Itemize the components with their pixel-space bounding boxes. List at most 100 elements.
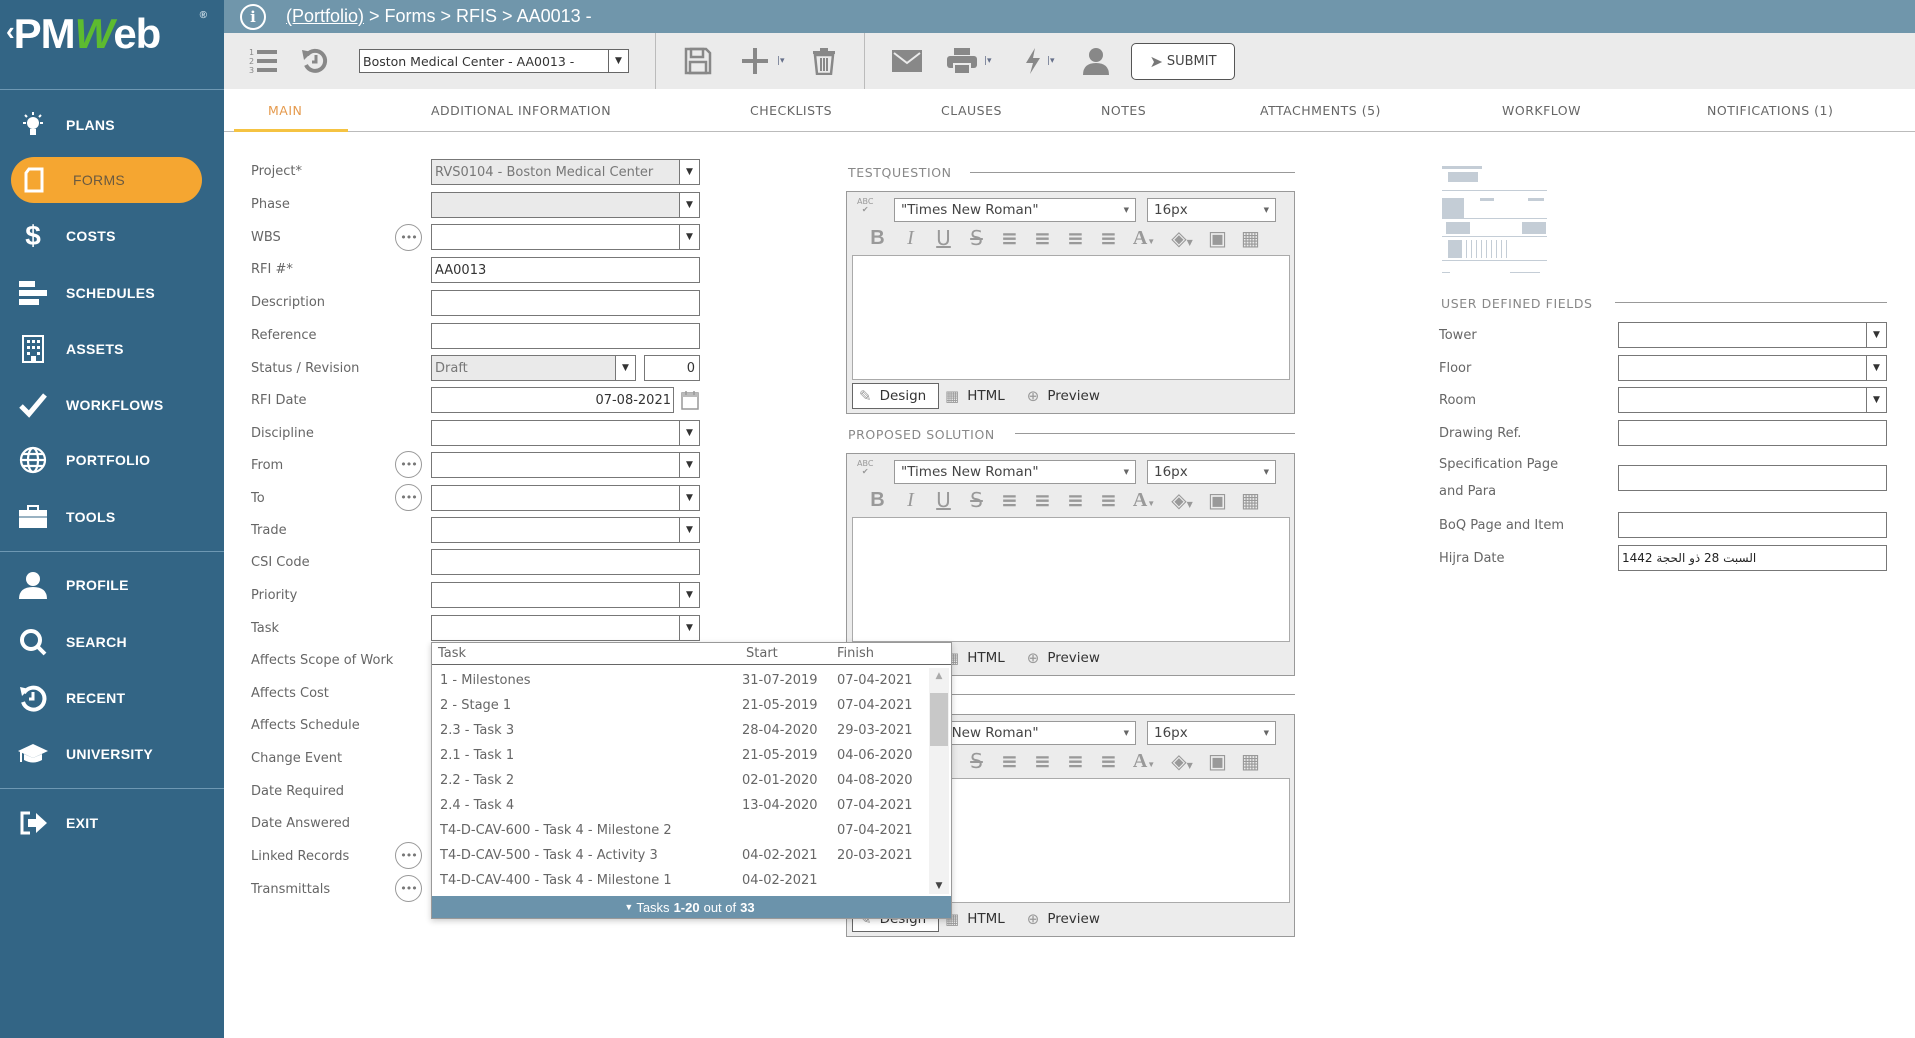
room-select[interactable]: ▼	[1618, 387, 1887, 413]
pmweb-logo[interactable]: ‹PMWeb ®	[6, 10, 216, 80]
record-select[interactable]: Boston Medical Center - AA0013 - ▼	[359, 49, 629, 73]
sidebar-item-workflows[interactable]: WORKFLOWS	[0, 382, 224, 428]
sidebar-item-schedules[interactable]: SCHEDULES	[0, 270, 224, 316]
align-center-icon[interactable]: ≡	[1026, 488, 1059, 512]
align-left-icon[interactable]: ≡	[993, 488, 1026, 512]
status-select[interactable]: Draft ▼	[431, 355, 636, 381]
wbs-lookup-button[interactable]: •••	[395, 224, 422, 251]
align-right-icon[interactable]: ≡	[1059, 488, 1092, 512]
font-color-icon[interactable]: A▼	[1125, 227, 1163, 250]
revision-input[interactable]: 0	[644, 355, 700, 381]
from-select[interactable]: ▼	[431, 452, 700, 478]
fill-color-icon[interactable]: ◈▼	[1163, 488, 1201, 512]
sidebar-item-search[interactable]: SEARCH	[0, 619, 224, 665]
info-icon[interactable]: i	[240, 3, 266, 30]
wbs-select[interactable]: ▼	[431, 224, 700, 250]
print-icon[interactable]	[947, 45, 977, 77]
sidebar-item-plans[interactable]: PLANS	[0, 102, 224, 148]
preview-mode-button[interactable]: ⊕ Preview	[1021, 906, 1106, 932]
sidebar-item-recent[interactable]: RECENT	[0, 675, 224, 721]
font-size-select[interactable]: 16px ▼	[1147, 721, 1276, 745]
trash-icon[interactable]	[812, 45, 836, 77]
italic-icon[interactable]: I	[894, 489, 927, 512]
numbered-list-icon[interactable]: 123	[248, 45, 278, 77]
tab-clauses[interactable]: CLAUSES	[941, 89, 1002, 132]
sidebar-item-forms[interactable]: FORMS	[11, 157, 202, 203]
specification-page-input[interactable]	[1618, 465, 1887, 491]
html-mode-button[interactable]: ▦ HTML	[939, 383, 1011, 409]
save-icon[interactable]	[684, 45, 712, 77]
history-icon[interactable]	[301, 45, 329, 77]
spellcheck-icon[interactable]: ABC✔	[857, 460, 873, 476]
bold-icon[interactable]: B	[861, 489, 894, 512]
font-size-select[interactable]: 16px ▼	[1147, 460, 1276, 484]
align-left-icon[interactable]: ≡	[993, 226, 1026, 250]
align-right-icon[interactable]: ≡	[1059, 226, 1092, 250]
description-input[interactable]	[431, 290, 700, 316]
task-dropdown-pager[interactable]: ▼ Tasks 1-20 out of 33	[432, 896, 951, 918]
insert-image-icon[interactable]: ▣	[1201, 226, 1234, 250]
font-family-select[interactable]: "Times New Roman" ▼	[894, 460, 1136, 484]
align-left-icon[interactable]: ≡	[993, 749, 1026, 773]
from-lookup-button[interactable]: •••	[395, 451, 422, 478]
to-select[interactable]: ▼	[431, 485, 700, 511]
strikethrough-icon[interactable]: S	[960, 749, 993, 773]
task-option[interactable]: T4-D-CAV-400 - Task 4 - Milestone 1 04-02…	[432, 869, 930, 894]
task-option[interactable]: 2 - Stage 1 21-05-2019 07-04-2021	[432, 694, 930, 719]
tower-select[interactable]: ▼	[1618, 322, 1887, 348]
lightning-icon[interactable]	[1024, 45, 1042, 77]
insert-image-icon[interactable]: ▣	[1201, 488, 1234, 512]
italic-icon[interactable]: I	[894, 227, 927, 250]
align-justify-icon[interactable]: ≡	[1092, 226, 1125, 250]
csi-code-input[interactable]	[431, 549, 700, 575]
attachment-thumbnail[interactable]	[1440, 160, 1555, 278]
task-option[interactable]: 1 - Milestones 31-07-2019 07-04-2021	[432, 669, 930, 694]
linked-records-lookup-button[interactable]: •••	[395, 842, 422, 869]
testquestion-textarea[interactable]	[852, 255, 1290, 380]
task-option[interactable]: 2.2 - Task 2 02-01-2020 04-08-2020	[432, 769, 930, 794]
strikethrough-icon[interactable]: S	[960, 226, 993, 250]
spellcheck-icon[interactable]: ABC✔	[857, 198, 873, 214]
scrollbar-thumb[interactable]	[930, 693, 948, 746]
boq-page-input[interactable]	[1618, 512, 1887, 538]
print-dropdown-chevron-icon[interactable]: |▾	[984, 45, 992, 77]
task-option[interactable]: T4-D-CAV-500 - Task 4 - Activity 3 04-02-…	[432, 844, 930, 869]
floor-select[interactable]: ▼	[1618, 355, 1887, 381]
insert-table-icon[interactable]: ▦	[1234, 488, 1267, 512]
tab-additional-information[interactable]: ADDITIONAL INFORMATION	[431, 89, 611, 132]
preview-mode-button[interactable]: ⊕ Preview	[1021, 383, 1106, 409]
calendar-icon[interactable]	[681, 390, 699, 414]
font-family-select[interactable]: "Times New Roman" ▼	[894, 198, 1136, 222]
font-size-select[interactable]: 16px ▼	[1147, 198, 1276, 222]
sidebar-item-portfolio[interactable]: PORTFOLIO	[0, 437, 224, 483]
align-center-icon[interactable]: ≡	[1026, 749, 1059, 773]
project-select[interactable]: RVS0104 - Boston Medical Center ▼	[431, 159, 700, 185]
breadcrumb-portfolio-link[interactable]: (Portfolio)	[286, 6, 364, 26]
align-justify-icon[interactable]: ≡	[1092, 488, 1125, 512]
hijra-date-input[interactable]: السبت 28 ذو الحجة 1442	[1618, 545, 1887, 571]
sidebar-item-costs[interactable]: $ COSTS	[0, 213, 224, 259]
strikethrough-icon[interactable]: S	[960, 488, 993, 512]
align-justify-icon[interactable]: ≡	[1092, 749, 1125, 773]
task-select[interactable]: ▼	[431, 615, 700, 641]
tab-notifications[interactable]: NOTIFICATIONS (1)	[1707, 89, 1833, 132]
trade-select[interactable]: ▼	[431, 517, 700, 543]
font-color-icon[interactable]: A▼	[1125, 489, 1163, 512]
sidebar-item-university[interactable]: UNIVERSITY	[0, 731, 224, 777]
task-dropdown-scrollbar[interactable]: ▲ ▼	[929, 668, 949, 894]
task-option[interactable]: 2.3 - Task 3 28-04-2020 29-03-2021	[432, 719, 930, 744]
user-icon[interactable]	[1083, 45, 1109, 77]
tab-workflow[interactable]: WORKFLOW	[1502, 89, 1581, 132]
tab-attachments[interactable]: ATTACHMENTS (5)	[1260, 89, 1381, 132]
scroll-up-icon[interactable]: ▲	[929, 668, 949, 684]
tab-main[interactable]: MAIN	[268, 89, 302, 132]
rfi-date-input[interactable]: 07-08-2021	[431, 387, 674, 413]
fill-color-icon[interactable]: ◈▼	[1163, 226, 1201, 250]
priority-select[interactable]: ▼	[431, 582, 700, 608]
task-option[interactable]: 2.4 - Task 4 13-04-2020 07-04-2021	[432, 794, 930, 819]
sidebar-item-exit[interactable]: EXIT	[0, 800, 224, 846]
underline-icon[interactable]: U	[927, 226, 960, 250]
to-lookup-button[interactable]: •••	[395, 484, 422, 511]
align-center-icon[interactable]: ≡	[1026, 226, 1059, 250]
sidebar-item-tools[interactable]: TOOLS	[0, 494, 224, 540]
